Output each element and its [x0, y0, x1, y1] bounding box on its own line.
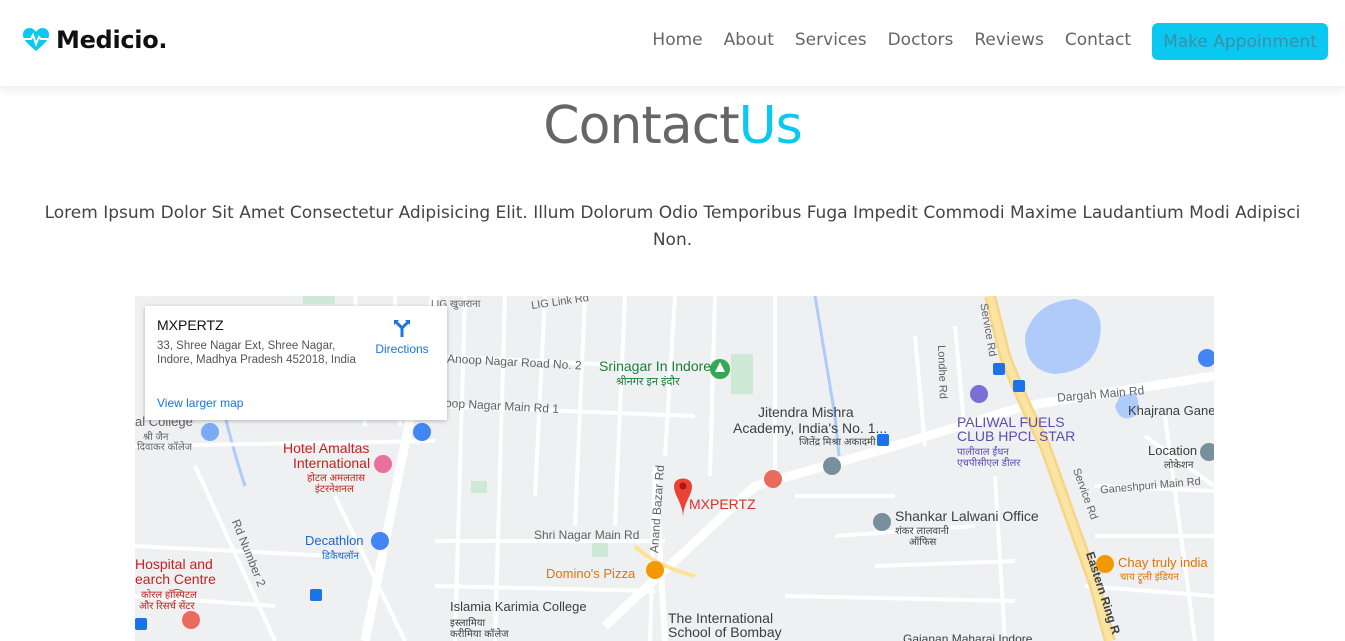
- map-label: Location: [1148, 443, 1198, 458]
- place-icon: [823, 457, 841, 475]
- site-header: Medicio. Home About Services Doctors Rev…: [0, 0, 1345, 86]
- map-label: और रिसर्च सेंटर: [139, 601, 195, 612]
- directions-label: Directions: [375, 342, 429, 356]
- map-marker-label[interactable]: MXPERTZ: [689, 496, 756, 512]
- section-title: ContactUs: [0, 96, 1345, 156]
- section-description: Lorem Ipsum Dolor Sit Amet Consectetur A…: [44, 203, 1301, 250]
- brand-logo[interactable]: Medicio.: [22, 26, 168, 54]
- nav-doctors[interactable]: Doctors: [888, 30, 954, 50]
- place-address: 33, Shree Nagar Ext, Shree Nagar, Indore…: [157, 340, 356, 366]
- map-label: Domino's Pizza: [546, 566, 636, 581]
- school-icon: [201, 423, 219, 441]
- directions-icon: [393, 319, 411, 337]
- brand-name: Medicio.: [56, 26, 168, 54]
- place-name: MXPERTZ: [157, 317, 224, 333]
- map-label: International: [293, 455, 371, 471]
- map-label: earch Centre: [135, 571, 216, 587]
- place-info-card: MXPERTZ 33, Shree Nagar Ext, Shree Nagar…: [145, 306, 447, 420]
- title-main: Contact: [543, 96, 739, 156]
- fuel-icon: [970, 385, 988, 403]
- google-map[interactable]: LIG खुजराना LIG Link Rd Anoop Nagar Road…: [135, 296, 1214, 641]
- map-label: ऑफिस: [909, 537, 937, 548]
- map-label: Jitendra Mishra: [758, 404, 854, 420]
- map-label: श्रीनगर इन इंदौर: [616, 376, 680, 388]
- nav-reviews[interactable]: Reviews: [974, 30, 1044, 50]
- map-label: Shri Nagar Main Rd: [534, 528, 640, 542]
- map-label: Hotel Amaltas: [283, 440, 370, 456]
- map-label: डिकैथलॉन: [322, 551, 359, 562]
- map-label: School of Bombay: [668, 624, 782, 640]
- nav-about[interactable]: About: [724, 30, 774, 50]
- map-label: चाय ट्रूली इंडियन: [1120, 572, 1179, 583]
- shop-icon: [413, 423, 431, 441]
- main-nav: Home About Services Doctors Reviews Cont…: [652, 30, 1131, 50]
- hospital-icon: [764, 470, 782, 488]
- map-label: लोकेशन: [1164, 460, 1194, 471]
- map-label: एचपीसीएल डीलर: [957, 458, 1021, 469]
- bus-icon: [310, 589, 322, 601]
- title-accent: Us: [738, 96, 803, 156]
- shop-icon: [371, 532, 389, 550]
- map-label: करीमिया कॉलेज: [450, 629, 509, 640]
- make-appointment-button[interactable]: Make Appoinment: [1152, 23, 1328, 60]
- map-label: Decathlon: [305, 533, 364, 548]
- bus-icon: [135, 618, 147, 630]
- park-icon: [710, 359, 730, 379]
- map-label: Srinagar In Indore: [599, 358, 712, 374]
- hospital-icon: [182, 611, 200, 629]
- map-label: Shankar Lalwani Office: [895, 508, 1039, 524]
- map-label: जितेंद्र मिश्रा अकादमी: [799, 437, 876, 448]
- map-label: CLUB HPCL STAR: [957, 428, 1076, 444]
- map-label: Chay truly india: [1118, 555, 1208, 570]
- nav-contact[interactable]: Contact: [1065, 30, 1131, 50]
- bus-icon: [1013, 380, 1025, 392]
- bus-icon: [993, 363, 1005, 375]
- view-larger-map-link[interactable]: View larger map: [157, 396, 243, 410]
- map-label: Khajrana Gane: [1128, 403, 1214, 418]
- place-icon: [873, 513, 891, 531]
- map-label: दिवाकर कॉलेज: [137, 442, 193, 453]
- heartbeat-icon: [23, 28, 49, 51]
- nav-services[interactable]: Services: [795, 30, 867, 50]
- map-label: Islamia Karimia College: [450, 599, 587, 614]
- map-label: Londhe Rd: [934, 344, 949, 400]
- hotel-icon: [374, 455, 392, 473]
- food-icon: [646, 561, 664, 579]
- directions-button[interactable]: Directions: [367, 318, 437, 356]
- map-label: Hospital and: [135, 556, 213, 572]
- map-label: Gajanan Maharaj Indore: [903, 632, 1033, 641]
- nav-home[interactable]: Home: [652, 30, 702, 50]
- map-label: इंटरनेशनल: [315, 484, 354, 495]
